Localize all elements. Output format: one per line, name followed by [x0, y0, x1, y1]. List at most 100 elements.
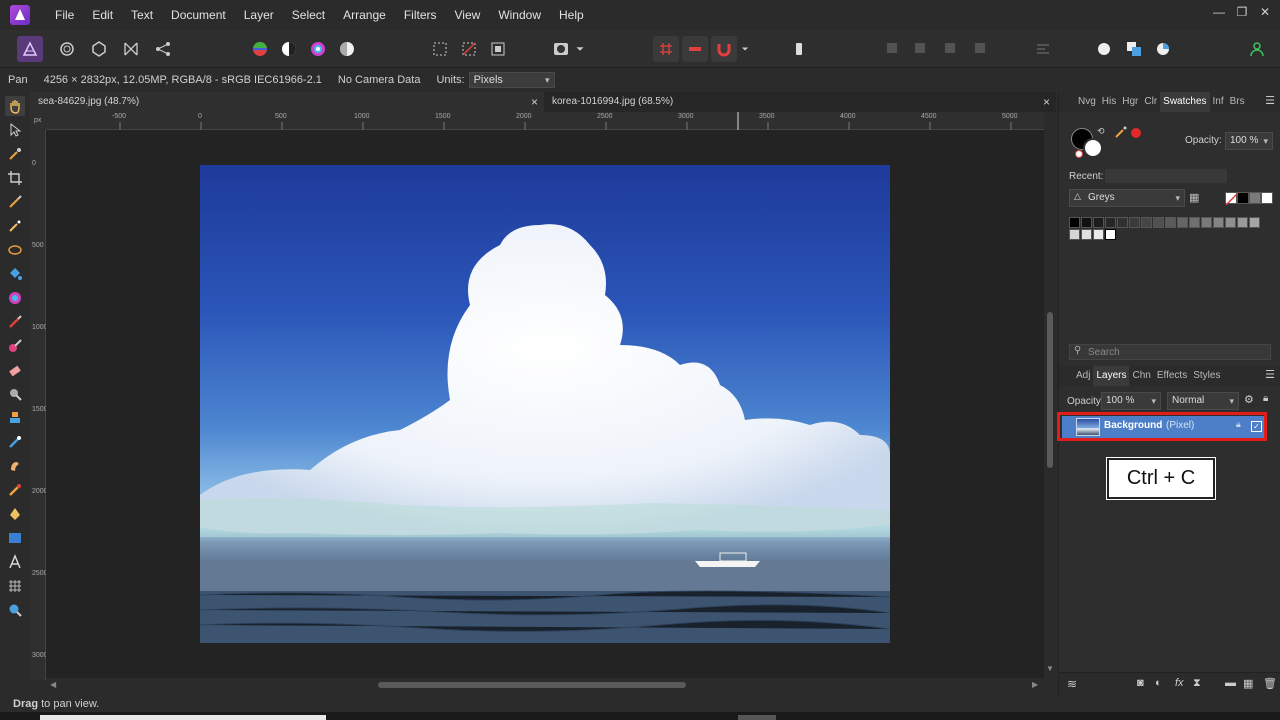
crop-tool-icon[interactable]: [5, 168, 25, 188]
restore-icon[interactable]: ❐: [1230, 5, 1254, 19]
menu-filters[interactable]: Filters: [395, 0, 446, 30]
swatch[interactable]: [1105, 217, 1116, 228]
snapping-dropdown-icon[interactable]: [738, 36, 752, 62]
swatch[interactable]: [1141, 217, 1152, 228]
tab-info[interactable]: Inf: [1210, 92, 1227, 112]
palette-options-icon[interactable]: ▦: [1189, 191, 1203, 205]
minimize-icon[interactable]: —: [1207, 5, 1231, 19]
lock-icon[interactable]: 🔒︎: [1263, 393, 1268, 404]
menu-select[interactable]: Select: [283, 0, 334, 30]
quick-mask-dropdown-icon[interactable]: [572, 36, 588, 62]
tab-history[interactable]: His: [1099, 92, 1119, 112]
swatches-opacity-select[interactable]: 100 %: [1225, 132, 1273, 150]
blend-options-gear-icon[interactable]: ⚙: [1244, 393, 1254, 406]
paint-brush-tool-icon[interactable]: [5, 312, 25, 332]
panel-menu-icon[interactable]: ☰: [1265, 94, 1275, 107]
tab-color[interactable]: Clr: [1141, 92, 1160, 112]
ruler-horizontal[interactable]: -500 0 500 1000 1500 2000 2500 3000 3500…: [46, 112, 1056, 130]
units-select[interactable]: Pixels: [468, 72, 555, 88]
swatch[interactable]: [1069, 229, 1080, 240]
tab-adjustments[interactable]: Adj: [1073, 366, 1093, 386]
swatch[interactable]: [1249, 217, 1260, 228]
menu-help[interactable]: Help: [550, 0, 593, 30]
taskbar-item[interactable]: [40, 715, 326, 720]
arrange-front-icon[interactable]: [968, 36, 994, 62]
no-color-icon[interactable]: [1075, 150, 1083, 158]
scroll-right-icon[interactable]: ▶: [1032, 680, 1038, 689]
artistic-text-tool-icon[interactable]: [5, 552, 25, 572]
auto-contrast-icon[interactable]: [276, 36, 302, 62]
swatch[interactable]: [1189, 217, 1200, 228]
tab-effects[interactable]: Effects: [1154, 366, 1190, 386]
current-color-swatch[interactable]: [1131, 128, 1141, 138]
ruler-vertical[interactable]: 0 500 1000 1500 2000 2500 3000: [30, 130, 48, 680]
document-image[interactable]: [200, 165, 890, 643]
scroll-down-icon[interactable]: ▼: [1046, 664, 1054, 673]
tab-brushes[interactable]: Brs: [1227, 92, 1248, 112]
menu-view[interactable]: View: [446, 0, 490, 30]
elliptical-marquee-tool-icon[interactable]: [5, 240, 25, 260]
swatch[interactable]: [1105, 229, 1116, 240]
swatch[interactable]: [1213, 217, 1224, 228]
swatch[interactable]: [1069, 217, 1080, 228]
develop-persona-icon[interactable]: [86, 36, 112, 62]
tab-styles[interactable]: Styles: [1190, 366, 1223, 386]
tab-layers[interactable]: Layers: [1093, 366, 1130, 386]
search-field[interactable]: ⚲ Search: [1069, 344, 1271, 360]
layer-opacity-select[interactable]: 100 %: [1101, 392, 1161, 410]
horizontal-scroll-thumb[interactable]: [378, 682, 686, 688]
auto-levels-icon[interactable]: [247, 36, 273, 62]
add-fill-icon[interactable]: ⧗: [1193, 677, 1201, 690]
arrange-backward-icon[interactable]: [908, 36, 934, 62]
photo-persona-icon[interactable]: [17, 36, 43, 62]
zoom-tool-icon[interactable]: [5, 600, 25, 620]
menu-edit[interactable]: Edit: [83, 0, 122, 30]
boolean-subtract-icon[interactable]: [1121, 36, 1147, 62]
tab-histogram[interactable]: Hgr: [1119, 92, 1141, 112]
auto-white-balance-icon[interactable]: [334, 36, 360, 62]
swatch[interactable]: [1117, 217, 1128, 228]
taskbar-item[interactable]: [738, 715, 776, 720]
close-icon[interactable]: ✕: [1253, 5, 1277, 19]
gradient-tool-icon[interactable]: [5, 288, 25, 308]
dodge-brush-tool-icon[interactable]: [5, 384, 25, 404]
invert-selection-icon[interactable]: [485, 36, 511, 62]
add-live-filter-icon[interactable]: fx: [1175, 677, 1184, 689]
flood-fill-tool-icon[interactable]: [5, 264, 25, 284]
horizontal-scrollbar[interactable]: ◀ ▶: [46, 678, 1044, 692]
clone-brush-tool-icon[interactable]: [5, 408, 25, 428]
selection-brush-tool-icon[interactable]: [5, 192, 25, 212]
swatch[interactable]: [1225, 217, 1236, 228]
add-group-icon[interactable]: ▬: [1225, 677, 1236, 689]
menu-window[interactable]: Window: [489, 0, 550, 30]
arrange-forward-icon[interactable]: [938, 36, 964, 62]
add-adjustment-icon[interactable]: ◐: [1155, 677, 1162, 689]
boolean-add-icon[interactable]: [1092, 36, 1118, 62]
swatch[interactable]: [1093, 217, 1104, 228]
menu-text[interactable]: Text: [122, 0, 162, 30]
align-icon[interactable]: [1030, 36, 1056, 62]
vertical-scrollbar[interactable]: ▼: [1044, 112, 1056, 678]
auto-colors-icon[interactable]: [305, 36, 331, 62]
color-picker-icon[interactable]: [1115, 126, 1127, 138]
inpainting-brush-tool-icon[interactable]: [5, 432, 25, 452]
snapping-grid-icon[interactable]: [653, 36, 679, 62]
swatch[interactable]: [1129, 217, 1140, 228]
tab-korea-close-icon[interactable]: ×: [1043, 92, 1050, 112]
arrange-back-icon[interactable]: [880, 36, 906, 62]
palette-select[interactable]: Greys: [1069, 189, 1185, 207]
affinity-photo-logo-icon[interactable]: [10, 5, 30, 25]
pen-tool-icon[interactable]: [5, 504, 25, 524]
deselect-icon[interactable]: [456, 36, 482, 62]
healing-brush-tool-icon[interactable]: [5, 480, 25, 500]
menu-document[interactable]: Document: [162, 0, 235, 30]
tab-korea[interactable]: korea-1016994.jpg (68.5%) ×: [544, 92, 1056, 112]
recent-colors-strip[interactable]: [1105, 169, 1227, 183]
menu-arrange[interactable]: Arrange: [334, 0, 395, 30]
scroll-left-icon[interactable]: ◀: [50, 680, 56, 689]
snapping-guides-icon[interactable]: [682, 36, 708, 62]
tab-sea-close-icon[interactable]: ×: [531, 92, 538, 112]
swatch[interactable]: [1153, 217, 1164, 228]
mesh-warp-tool-icon[interactable]: [5, 576, 25, 596]
color-picker-tool-icon[interactable]: [5, 144, 25, 164]
